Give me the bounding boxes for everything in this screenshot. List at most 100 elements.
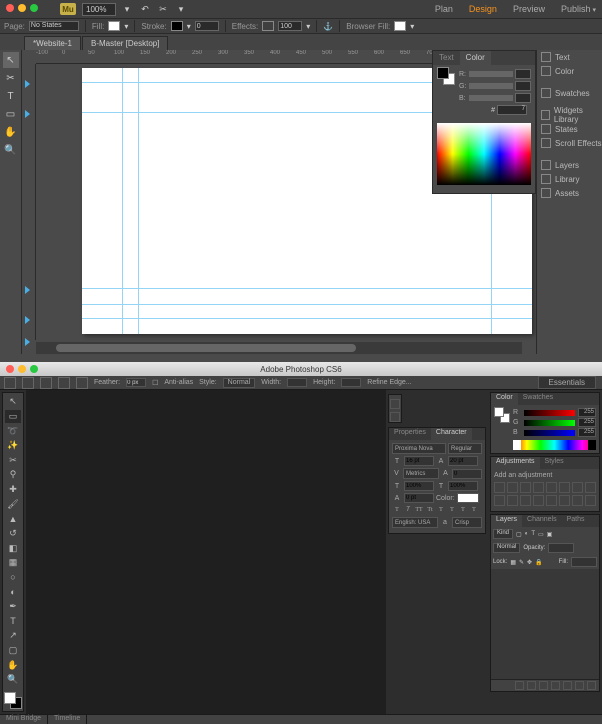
tab-layers[interactable]: Layers	[491, 515, 522, 527]
r-value[interactable]	[515, 69, 531, 79]
chevron-down-icon[interactable]: ▾	[124, 22, 128, 31]
fill-swatch[interactable]	[108, 21, 120, 31]
type-tool[interactable]: T	[5, 614, 21, 628]
marquee-icon[interactable]	[4, 377, 16, 389]
tab-color[interactable]: Color	[460, 51, 491, 65]
tab-channels[interactable]: Channels	[522, 515, 562, 527]
minimize-icon[interactable]	[18, 4, 26, 12]
margin-marker[interactable]	[22, 110, 32, 118]
marquee-tool[interactable]: ▭	[5, 410, 21, 424]
crop-tool[interactable]: ✂	[5, 454, 21, 468]
gradmap-icon[interactable]	[572, 495, 583, 506]
lock-pos-icon[interactable]: ✥	[527, 559, 532, 566]
hscale-field[interactable]	[448, 481, 478, 491]
kerning-dropdown[interactable]: Metrics	[403, 468, 439, 479]
filter-pixel-icon[interactable]: ▢	[516, 531, 522, 538]
refine-edge-button[interactable]: Refine Edge...	[367, 379, 411, 386]
italic-button[interactable]: T	[403, 505, 413, 515]
gradient-tool[interactable]: ▦	[5, 556, 21, 570]
link-icon[interactable]	[515, 681, 524, 690]
history-icon[interactable]	[390, 399, 400, 409]
colorbal-icon[interactable]	[572, 482, 583, 493]
baseline-field[interactable]	[404, 493, 434, 503]
zoom-field[interactable]	[82, 3, 116, 16]
b-value[interactable]	[515, 93, 531, 103]
style-dropdown[interactable]: Normal	[223, 378, 256, 388]
panel-library[interactable]: Library	[537, 172, 602, 186]
zoom-tool[interactable]: 🔍	[5, 673, 21, 687]
blend-mode-dropdown[interactable]: Normal	[493, 543, 520, 553]
tab-styles[interactable]: Styles	[540, 457, 569, 469]
antialias-checkbox[interactable]: ☐	[152, 379, 158, 387]
color-fgbg[interactable]	[437, 67, 455, 85]
color-spectrum[interactable]	[437, 123, 531, 185]
chevron-down-icon[interactable]: ▾	[187, 22, 191, 31]
mode-design[interactable]: Design	[469, 4, 497, 14]
stroke-width-field[interactable]	[195, 21, 219, 31]
mask-icon[interactable]	[539, 681, 548, 690]
margin-marker[interactable]	[22, 316, 32, 324]
boolean-add-icon[interactable]	[40, 377, 52, 389]
undo-icon[interactable]: ↶	[138, 2, 152, 16]
margin-marker[interactable]	[22, 338, 32, 346]
close-icon[interactable]	[6, 365, 14, 373]
tab-text[interactable]: Text	[433, 51, 460, 65]
scrollbar-thumb[interactable]	[56, 344, 356, 352]
anchor-icon[interactable]: ⚓	[323, 22, 333, 31]
eraser-tool[interactable]: ◧	[5, 541, 21, 555]
exposure-icon[interactable]	[533, 482, 544, 493]
margin-marker[interactable]	[22, 286, 32, 294]
boolean-int-icon[interactable]	[76, 377, 88, 389]
b-value[interactable]: 255	[578, 428, 596, 437]
panel-text[interactable]: Text	[537, 50, 602, 64]
strike-button[interactable]: T	[469, 505, 479, 515]
new-layer-icon[interactable]	[575, 681, 584, 690]
smallcaps-button[interactable]: Tt	[425, 505, 435, 515]
lock-all-icon[interactable]: 🔒	[535, 559, 542, 566]
actions-icon[interactable]	[390, 412, 400, 422]
lookup-icon[interactable]	[520, 495, 531, 506]
tab-master[interactable]: B-Master [Desktop]	[82, 36, 168, 50]
hex-field[interactable]: 7	[497, 105, 527, 115]
threshold-icon[interactable]	[559, 495, 570, 506]
weight-dropdown[interactable]: Regular	[448, 443, 482, 454]
b-slider[interactable]	[524, 430, 575, 436]
scrollbar-horizontal[interactable]	[36, 342, 522, 354]
bw-icon[interactable]	[585, 482, 596, 493]
text-tool[interactable]: T	[3, 88, 19, 104]
panel-color[interactable]: Color	[537, 64, 602, 78]
size-field[interactable]	[404, 456, 434, 466]
vibrance-icon[interactable]	[546, 482, 557, 493]
filter-kind-dropdown[interactable]: Kind	[493, 529, 513, 539]
height-field[interactable]	[341, 378, 361, 387]
tracking-field[interactable]	[452, 469, 482, 479]
history-brush-tool[interactable]: ↺	[5, 527, 21, 541]
chevron-down-icon[interactable]: ▾	[174, 2, 188, 16]
lang-dropdown[interactable]: English: USA	[392, 517, 438, 528]
tab-paths[interactable]: Paths	[562, 515, 590, 527]
shape-tool[interactable]: ▢	[5, 644, 21, 658]
r-slider[interactable]	[469, 71, 513, 77]
maximize-icon[interactable]	[30, 4, 38, 12]
effects-opacity-field[interactable]	[278, 21, 302, 31]
panel-states[interactable]: States	[537, 122, 602, 136]
leading-field[interactable]	[448, 456, 478, 466]
guide[interactable]	[122, 68, 123, 334]
hand-tool[interactable]: ✋	[3, 124, 19, 140]
selcolor-icon[interactable]	[585, 495, 596, 506]
cut-icon[interactable]: ✂	[156, 2, 170, 16]
allcaps-button[interactable]: TT	[414, 505, 424, 515]
r-slider[interactable]	[524, 410, 575, 416]
boolean-sub-icon[interactable]	[58, 377, 70, 389]
effects-icon[interactable]	[262, 21, 274, 31]
canvas-area[interactable]: -100050100150200250300350400450500550600…	[22, 50, 536, 354]
path-select-tool[interactable]: ↗	[5, 629, 21, 643]
hue-icon[interactable]	[559, 482, 570, 493]
g-value[interactable]	[515, 81, 531, 91]
curves-icon[interactable]	[520, 482, 531, 493]
move-tool[interactable]: ↖	[5, 395, 21, 409]
sub-button[interactable]: T	[447, 505, 457, 515]
stroke-swatch[interactable]	[171, 21, 183, 31]
brush-tool[interactable]: 🖌	[5, 497, 21, 511]
lock-paint-icon[interactable]: ✎	[519, 559, 524, 566]
